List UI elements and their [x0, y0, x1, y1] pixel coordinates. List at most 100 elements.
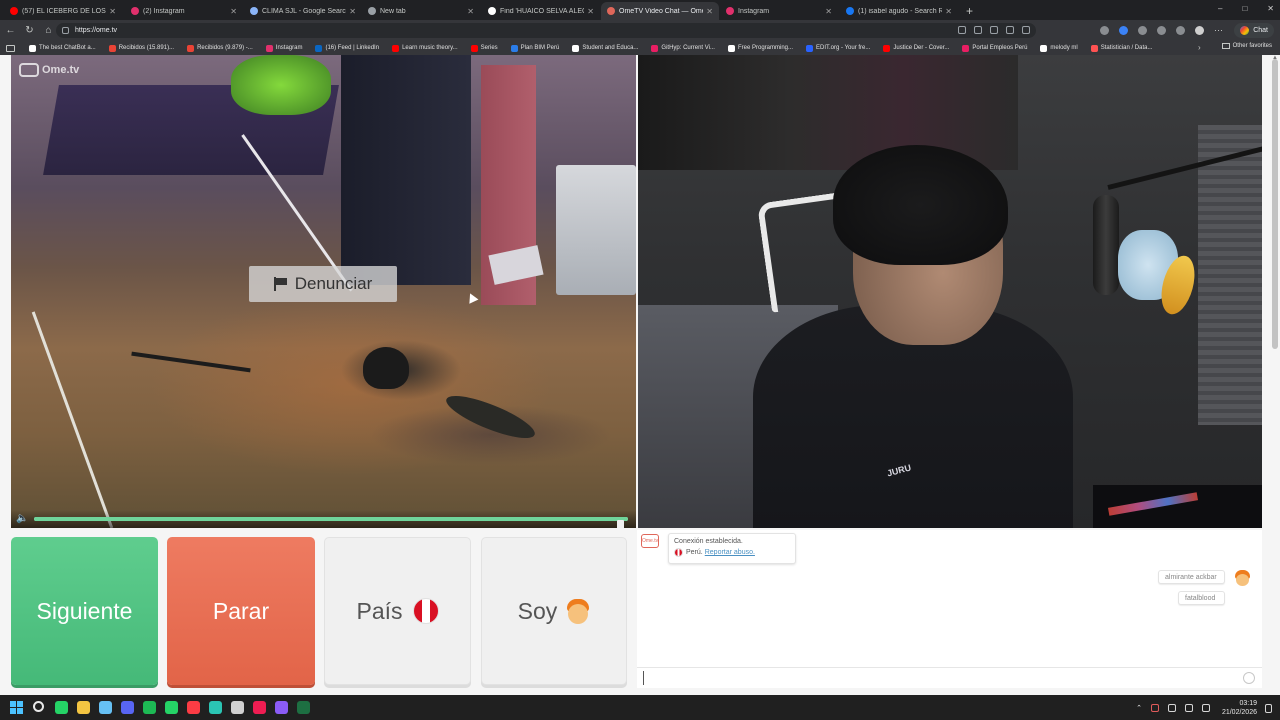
- browser-tab[interactable]: Instagram ✕: [720, 2, 838, 20]
- stop-button[interactable]: Parar: [167, 537, 315, 685]
- menu-more-icon[interactable]: ⋯: [1214, 25, 1223, 36]
- report-button[interactable]: Denunciar: [249, 266, 397, 302]
- tab-close-icon[interactable]: ✕: [467, 7, 474, 16]
- whatsapp-like-icon[interactable]: [55, 701, 68, 714]
- bookmark-item[interactable]: Instagram: [265, 44, 302, 52]
- chevron-up-icon[interactable]: ⌃: [1136, 704, 1142, 712]
- bookmark-item[interactable]: The best ChatBot a...: [29, 44, 96, 52]
- browser-tab[interactable]: OmeTV Video Chat — Omeg ✕: [601, 2, 719, 20]
- bookmarks-overflow-chevron-icon[interactable]: ›: [1198, 43, 1201, 52]
- network-icon[interactable]: [1184, 704, 1193, 712]
- site-info-icon[interactable]: [62, 27, 69, 34]
- bookmark-item[interactable]: melody ml: [1040, 44, 1078, 52]
- bookmark-label: Recibidos (9.879) -...: [197, 45, 253, 51]
- discord-icon[interactable]: [121, 701, 134, 714]
- reload-icon[interactable]: ↻: [21, 25, 38, 36]
- camera-in-use-icon[interactable]: [1022, 26, 1030, 34]
- downloads-icon[interactable]: [1176, 26, 1185, 35]
- install-app-icon[interactable]: [958, 26, 966, 34]
- bookmark-favicon-icon: [470, 44, 478, 52]
- minimize-icon[interactable]: –: [1218, 4, 1222, 13]
- chatgpt-icon[interactable]: [231, 701, 244, 714]
- url-text[interactable]: https://ome.tv: [75, 27, 117, 34]
- browser-tab[interactable]: (1) isabel agudo - Search Results✕: [840, 2, 958, 20]
- edge-icon[interactable]: [209, 701, 222, 714]
- display-icon[interactable]: [1167, 704, 1176, 712]
- report-abuse-link[interactable]: Reportar abuso.: [705, 549, 755, 556]
- extension-icon[interactable]: [1119, 26, 1128, 35]
- browser-tab[interactable]: New tab ✕: [362, 2, 480, 20]
- read-aloud-icon[interactable]: [990, 26, 998, 34]
- bookmark-item[interactable]: Portal Empleos Perú: [962, 44, 1027, 52]
- maximize-icon[interactable]: □: [1242, 4, 1247, 13]
- search-icon[interactable]: [33, 701, 44, 712]
- notifications-icon[interactable]: [1265, 703, 1272, 713]
- back-icon[interactable]: ←: [2, 25, 19, 36]
- new-tab-button[interactable]: +: [966, 4, 973, 18]
- spotify-icon[interactable]: [143, 701, 156, 714]
- bookmark-item[interactable]: Recibidos (15.891)...: [108, 44, 174, 52]
- bookmark-item[interactable]: Series: [470, 44, 498, 52]
- bookmark-item[interactable]: GitHyp: Current Vi...: [651, 44, 715, 52]
- volume-slider-handle[interactable]: [617, 520, 624, 528]
- tab-close-icon[interactable]: ✕: [945, 7, 952, 16]
- bookmark-item[interactable]: Free Programming...: [727, 44, 793, 52]
- tab-favicon-icon: [250, 7, 258, 15]
- browser-tab[interactable]: (2) Instagram ✕: [125, 2, 243, 20]
- favorite-star-icon[interactable]: [1006, 26, 1014, 34]
- bookmark-item[interactable]: Statistician / Data...: [1090, 44, 1152, 52]
- bookmark-item[interactable]: Learn music theory...: [392, 44, 458, 52]
- bookmark-item[interactable]: Plan BIM Perú: [510, 44, 559, 52]
- steam-icon[interactable]: [99, 701, 112, 714]
- extension-icon[interactable]: [1100, 26, 1109, 35]
- browser-tab[interactable]: Find 'HUAICO SELVA ALEGRE' on T✕: [482, 2, 600, 20]
- tab-close-icon[interactable]: ✕: [230, 7, 237, 16]
- bookmark-label: EDIT.org - Your fre...: [816, 45, 871, 51]
- other-favorites[interactable]: Other favorites: [1221, 43, 1272, 49]
- tab-close-icon[interactable]: ✕: [706, 7, 713, 16]
- gender-button-label: Soy: [517, 597, 558, 624]
- bookmark-item[interactable]: Justice Der - Cover...: [883, 44, 949, 52]
- address-bar[interactable]: https://ome.tv: [56, 23, 1036, 38]
- speaker-icon[interactable]: [1201, 704, 1210, 712]
- page-scrollbar[interactable]: [1272, 59, 1278, 349]
- copilot-chat-button[interactable]: Chat: [1234, 23, 1274, 38]
- folder-icon[interactable]: [77, 701, 90, 714]
- mouse-cursor-icon: [465, 291, 479, 304]
- clock[interactable]: 03:19 21/02/2026: [1222, 699, 1257, 717]
- extension-icon[interactable]: [1138, 26, 1147, 35]
- profile-avatar[interactable]: [1195, 26, 1204, 35]
- volume-slider[interactable]: [34, 517, 628, 528]
- browser-tab[interactable]: CLIMA SJL - Google Search ✕: [244, 2, 362, 20]
- bookmark-item[interactable]: (16) Feed | LinkedIn: [315, 44, 379, 52]
- close-window-icon[interactable]: ✕: [1267, 4, 1274, 13]
- tab-close-icon[interactable]: ✕: [587, 7, 594, 16]
- next-button[interactable]: Siguiente: [11, 537, 158, 685]
- chat-system-logo-icon: Ome.tv: [641, 534, 659, 548]
- apps-icon[interactable]: [6, 44, 15, 52]
- chat-message-input[interactable]: [643, 671, 1233, 685]
- emoji-icon[interactable]: [1243, 672, 1255, 684]
- gender-selector-button[interactable]: Soy: [481, 537, 627, 685]
- bookmark-favicon-icon: [806, 44, 814, 52]
- windows-start-icon[interactable]: [10, 701, 23, 714]
- stop-button-label: Parar: [212, 597, 270, 624]
- speaker-icon[interactable]: 🔈: [16, 514, 28, 524]
- zoom-icon[interactable]: [974, 26, 982, 34]
- whatsapp-icon[interactable]: [165, 701, 178, 714]
- app-purple-icon[interactable]: [275, 701, 288, 714]
- home-icon[interactable]: ⌂: [40, 25, 57, 36]
- tab-close-icon[interactable]: ✕: [825, 7, 832, 16]
- excel-icon[interactable]: [297, 701, 310, 714]
- country-selector-button[interactable]: País: [324, 537, 471, 685]
- bookmark-item[interactable]: EDIT.org - Your fre...: [806, 44, 871, 52]
- mic-icon[interactable]: [1150, 704, 1159, 712]
- browser-tab[interactable]: (57) EL ICEBERG DE LOS ARCHIVOS✕: [4, 2, 122, 20]
- bookmark-item[interactable]: Student and Educa...: [572, 44, 638, 52]
- history-icon[interactable]: [1157, 26, 1166, 35]
- bookmark-item[interactable]: Recibidos (9.879) -...: [187, 44, 253, 52]
- tiktok-icon[interactable]: [253, 701, 266, 714]
- tab-close-icon[interactable]: ✕: [349, 7, 356, 16]
- tab-close-icon[interactable]: ✕: [109, 7, 116, 16]
- music-icon[interactable]: [187, 701, 200, 714]
